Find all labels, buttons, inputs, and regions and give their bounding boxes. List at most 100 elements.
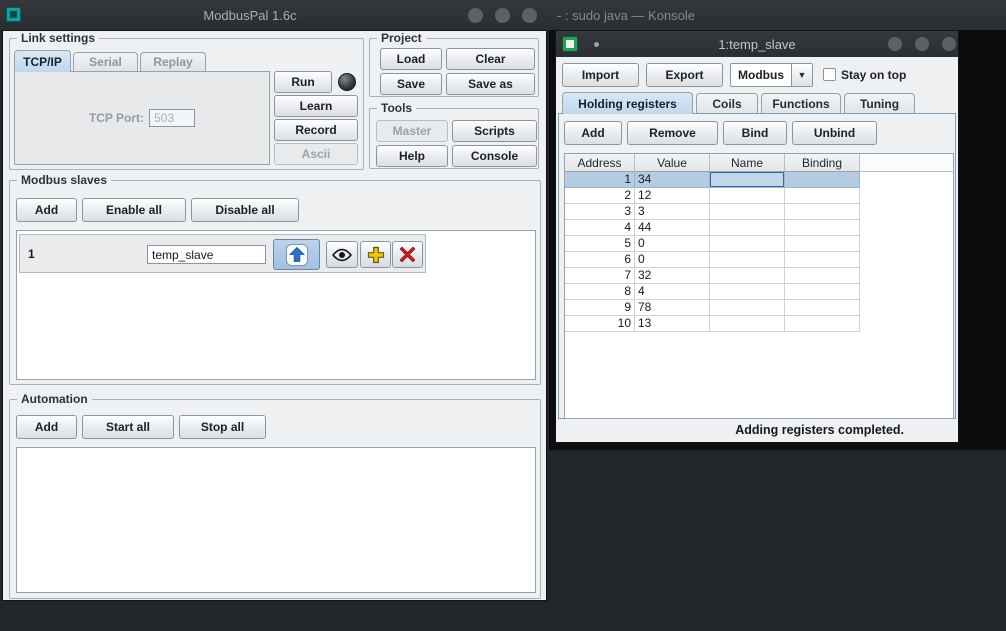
cell-value[interactable]: 12 xyxy=(635,188,710,204)
load-button[interactable]: Load xyxy=(380,48,442,70)
cell-binding[interactable] xyxy=(785,220,860,236)
table-row: 7 32 xyxy=(565,268,860,284)
tcp-port-input[interactable] xyxy=(149,109,195,127)
cell-name[interactable] xyxy=(710,300,785,316)
cell-name[interactable] xyxy=(710,236,785,252)
cell-address[interactable]: 10 xyxy=(565,316,635,332)
status-message: Adding registers completed. xyxy=(735,423,904,437)
main-window-maximize-button[interactable] xyxy=(495,8,510,23)
slave-window-titlebar[interactable]: 1:temp_slave xyxy=(556,31,958,57)
tab-holding-registers[interactable]: Holding registers xyxy=(562,92,693,114)
automation-add-button[interactable]: Add xyxy=(16,415,77,439)
stop-all-button[interactable]: Stop all xyxy=(179,415,266,439)
tab-coils[interactable]: Coils xyxy=(696,93,758,113)
cell-address[interactable]: 4 xyxy=(565,220,635,236)
tab-serial[interactable]: Serial xyxy=(73,52,138,71)
save-as-button[interactable]: Save as xyxy=(446,73,535,95)
cell-binding[interactable] xyxy=(785,252,860,268)
register-remove-button[interactable]: Remove xyxy=(627,121,718,145)
run-button[interactable]: Run xyxy=(274,71,332,93)
main-window-close-button[interactable] xyxy=(522,8,537,23)
link-settings-title: Link settings xyxy=(17,31,99,46)
register-bind-button[interactable]: Bind xyxy=(723,121,787,145)
export-button[interactable]: Export xyxy=(646,63,723,87)
chevron-down-icon[interactable]: ▼ xyxy=(791,64,812,86)
slave-window-close-button[interactable] xyxy=(942,37,956,51)
stay-on-top-label[interactable]: Stay on top xyxy=(841,63,906,87)
cell-binding[interactable] xyxy=(785,188,860,204)
cell-value[interactable]: 0 xyxy=(635,252,710,268)
main-window-minimize-button[interactable] xyxy=(468,8,483,23)
cell-binding[interactable] xyxy=(785,316,860,332)
slave-id: 1 xyxy=(28,235,35,272)
cell-binding[interactable] xyxy=(785,300,860,316)
cell-name[interactable] xyxy=(710,268,785,284)
register-add-button[interactable]: Add xyxy=(564,121,622,145)
scripts-button[interactable]: Scripts xyxy=(452,120,537,142)
cell-address[interactable]: 7 xyxy=(565,268,635,284)
run-led-indicator xyxy=(338,73,356,91)
column-header-binding[interactable]: Binding xyxy=(785,154,860,172)
cell-binding[interactable] xyxy=(785,284,860,300)
up-arrow-icon xyxy=(285,243,309,267)
cell-address[interactable]: 1 xyxy=(565,172,635,188)
slave-window-maximize-button[interactable] xyxy=(915,37,929,51)
tab-replay[interactable]: Replay xyxy=(140,52,206,71)
register-unbind-button[interactable]: Unbind xyxy=(792,121,877,145)
tcpip-tab-panel: TCP Port: xyxy=(14,71,270,165)
cell-address[interactable]: 2 xyxy=(565,188,635,204)
slave-list: 1 xyxy=(16,230,536,380)
save-button[interactable]: Save xyxy=(380,73,442,95)
cell-binding[interactable] xyxy=(785,204,860,220)
cell-name[interactable] xyxy=(710,204,785,220)
cell-value[interactable]: 34 xyxy=(635,172,710,188)
cell-binding[interactable] xyxy=(785,236,860,252)
slave-delete-button[interactable] xyxy=(392,241,423,268)
console-button[interactable]: Console xyxy=(452,145,537,167)
top-titlebar-strip[interactable]: ModbusPal 1.6c - : sudo java — Konsole xyxy=(0,0,1006,30)
slave-enable-toggle[interactable] xyxy=(273,239,320,270)
cell-name[interactable] xyxy=(710,284,785,300)
slave-show-panel-button[interactable] xyxy=(326,241,358,268)
column-header-address[interactable]: Address xyxy=(565,154,635,172)
cell-address[interactable]: 8 xyxy=(565,284,635,300)
cell-address[interactable]: 6 xyxy=(565,252,635,268)
cell-value[interactable]: 78 xyxy=(635,300,710,316)
learn-button[interactable]: Learn xyxy=(274,95,358,117)
clear-button[interactable]: Clear xyxy=(446,48,535,70)
cell-address[interactable]: 3 xyxy=(565,204,635,220)
cell-binding[interactable] xyxy=(785,172,860,188)
start-all-button[interactable]: Start all xyxy=(82,415,174,439)
enable-all-button[interactable]: Enable all xyxy=(82,198,186,222)
slave-name-input[interactable] xyxy=(147,245,266,264)
cell-name[interactable] xyxy=(710,172,785,188)
cell-address[interactable]: 5 xyxy=(565,236,635,252)
cell-value[interactable]: 4 xyxy=(635,284,710,300)
cell-binding[interactable] xyxy=(785,268,860,284)
column-header-name[interactable]: Name xyxy=(710,154,785,172)
tab-tcpip[interactable]: TCP/IP xyxy=(14,50,71,72)
import-button[interactable]: Import xyxy=(562,63,639,87)
cell-name[interactable] xyxy=(710,188,785,204)
cell-name[interactable] xyxy=(710,252,785,268)
record-button[interactable]: Record xyxy=(274,119,358,141)
slave-add-automation-button[interactable] xyxy=(360,241,391,268)
cell-value[interactable]: 13 xyxy=(635,316,710,332)
cell-value[interactable]: 44 xyxy=(635,220,710,236)
tab-functions[interactable]: Functions xyxy=(761,93,841,113)
slave-add-button[interactable]: Add xyxy=(16,198,77,222)
slave-window-minimize-button[interactable] xyxy=(888,37,902,51)
table-row: 2 12 xyxy=(565,188,860,204)
disable-all-button[interactable]: Disable all xyxy=(191,198,299,222)
implementation-combobox[interactable]: Modbus ▼ xyxy=(730,63,813,87)
column-header-value[interactable]: Value xyxy=(635,154,710,172)
cell-address[interactable]: 9 xyxy=(565,300,635,316)
cell-name[interactable] xyxy=(710,316,785,332)
tab-tuning[interactable]: Tuning xyxy=(844,93,915,113)
cell-name[interactable] xyxy=(710,220,785,236)
cell-value[interactable]: 32 xyxy=(635,268,710,284)
stay-on-top-checkbox[interactable] xyxy=(823,68,836,81)
cell-value[interactable]: 0 xyxy=(635,236,710,252)
cell-value[interactable]: 3 xyxy=(635,204,710,220)
help-button[interactable]: Help xyxy=(376,145,448,167)
